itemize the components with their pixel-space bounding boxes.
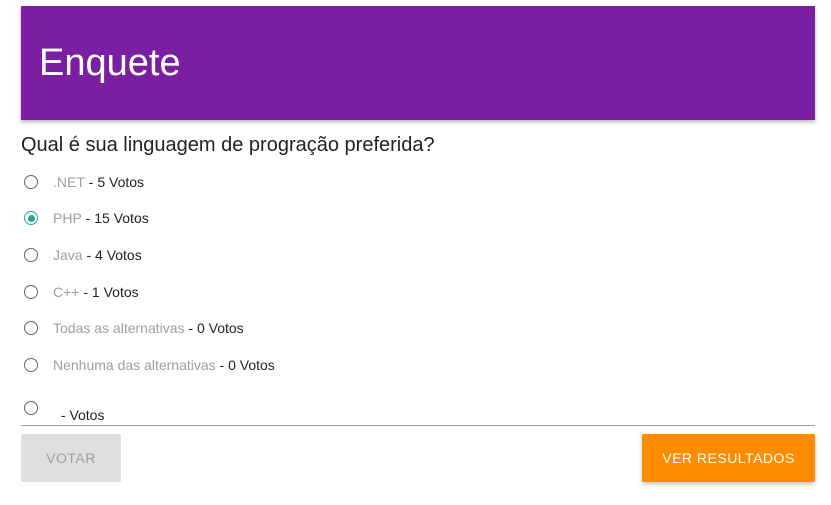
option-votes: - 5 Votos: [84, 174, 145, 190]
radio-button[interactable]: [24, 175, 38, 189]
option-input-underline[interactable]: [21, 425, 815, 426]
radio-button[interactable]: [24, 248, 38, 262]
option-name: .NET: [53, 174, 85, 190]
option-name: C++: [53, 284, 80, 300]
option-votes: - 0 Votos: [215, 357, 275, 373]
option-votes: - 0 Votos: [184, 320, 244, 336]
option-name: Java: [53, 247, 83, 263]
option-name: PHP: [53, 210, 82, 226]
option-name: Nenhuma das alternativas: [53, 357, 216, 373]
option-name: Todas as alternativas: [53, 320, 185, 336]
radio-button[interactable]: [24, 285, 38, 299]
radio-button[interactable]: [24, 321, 38, 335]
poll-option[interactable]: .NET - 5 Votos: [24, 174, 144, 190]
option-votes: - 1 Votos: [79, 284, 139, 300]
radio-button[interactable]: [24, 401, 38, 415]
option-votes: - Votos: [57, 407, 105, 423]
vote-button[interactable]: VOTAR: [21, 434, 121, 482]
option-votes: - 4 Votos: [82, 247, 142, 263]
view-results-button[interactable]: VER RESULTADOS: [642, 434, 815, 482]
poll-option[interactable]: Todas as alternativas - 0 Votos: [24, 320, 244, 336]
radio-button[interactable]: [24, 358, 38, 372]
app-header: Enquete: [21, 6, 815, 120]
poll-option[interactable]: C++ - 1 Votos: [24, 284, 139, 300]
poll-question: Qual é sua linguagem de progração prefer…: [21, 134, 435, 156]
poll-option[interactable]: PHP - 15 Votos: [24, 210, 149, 226]
radio-button[interactable]: [24, 211, 38, 225]
option-votes: - 15 Votos: [81, 210, 149, 226]
poll-option[interactable]: Java - 4 Votos: [24, 247, 142, 263]
poll-option[interactable]: Nenhuma das alternativas - 0 Votos: [24, 357, 275, 373]
poll-option[interactable]: - Votos: [24, 393, 104, 423]
page-title: Enquete: [39, 42, 181, 84]
